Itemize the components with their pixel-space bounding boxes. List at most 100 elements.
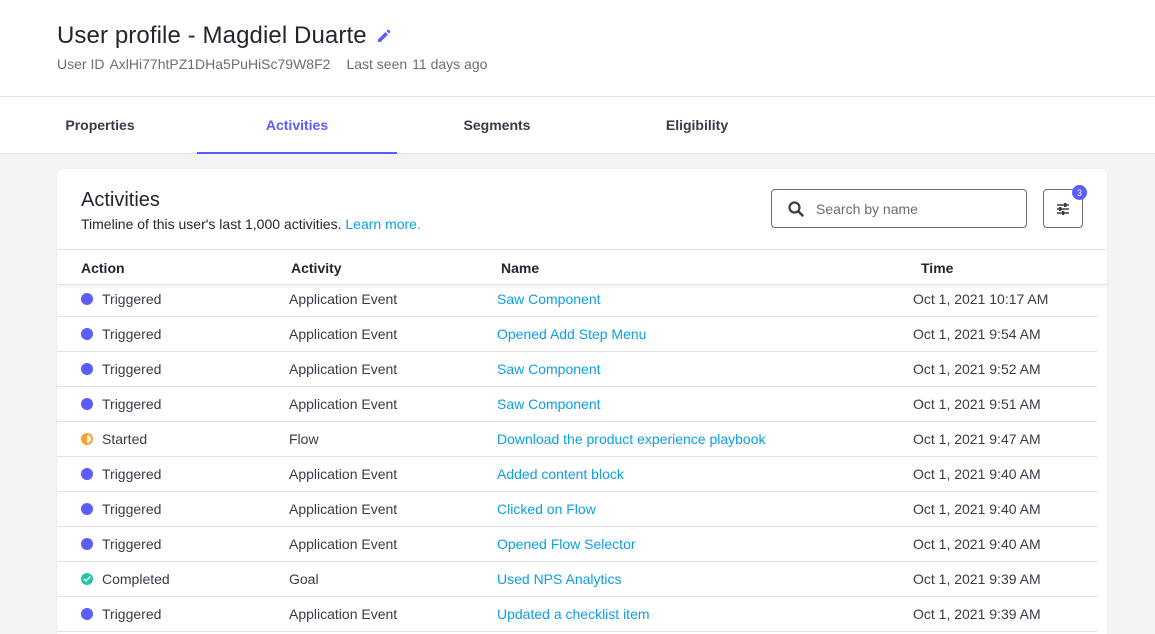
column-name[interactable]: Name [501,250,539,285]
table-row[interactable]: Completed Goal Used NPS Analytics Oct 1, 20… [57,562,1097,597]
activity-type: Flow [289,431,319,447]
column-activity[interactable]: Activity [291,250,342,285]
triggered-status-icon [81,328,93,340]
triggered-status-icon [81,398,93,410]
pencil-icon[interactable] [376,28,392,44]
column-action[interactable]: Action [81,250,125,285]
user-meta: User ID AxlHi77htPZ1DHa5PuHiSc79W8F2 Las… [57,56,487,72]
activities-table-body: Triggered Application Event Saw Component O… [57,282,1097,632]
action-cell: Triggered [81,352,161,386]
profile-tabs: Properties Activities Segments Eligibili… [0,97,1155,154]
table-row[interactable]: Triggered Application Event Updated a chec… [57,597,1097,632]
action-label: Triggered [102,396,162,412]
action-cell: Triggered [81,527,161,561]
triggered-status-icon [81,608,93,620]
activity-type: Application Event [289,466,398,482]
action-cell: Started [81,422,147,456]
activity-time: Oct 1, 2021 9:39 AM [913,606,1041,622]
activity-time: Oct 1, 2021 10:17 AM [913,291,1049,307]
triggered-status-icon [81,503,93,515]
activities-title: Activities [81,189,160,211]
activity-time: Oct 1, 2021 9:51 AM [913,396,1041,412]
triggered-status-icon [81,293,93,305]
action-cell: Triggered [81,597,161,631]
action-label: Started [102,431,148,447]
search-box [771,189,1027,228]
sliders-icon [1055,202,1071,216]
action-cell: Triggered [81,457,161,491]
triggered-status-icon [81,538,93,550]
activity-name-link[interactable]: Saw Component [497,282,601,316]
activity-name-link[interactable]: Clicked on Flow [497,492,596,526]
action-label: Triggered [102,466,162,482]
triggered-status-icon [81,363,93,375]
activity-time: Oct 1, 2021 9:40 AM [913,536,1041,552]
activities-subtitle: Timeline of this user's last 1,000 activ… [81,216,421,232]
activity-time: Oct 1, 2021 9:39 AM [913,571,1041,587]
user-id-label: User ID [57,56,105,72]
activity-time: Oct 1, 2021 9:54 AM [913,326,1041,342]
activity-type: Application Event [289,501,398,517]
table-row[interactable]: Triggered Application Event Saw Component O… [57,282,1097,317]
table-row[interactable]: Started Flow Download the product experien… [57,422,1097,457]
activity-name-link[interactable]: Updated a checklist item [497,597,650,631]
activity-time: Oct 1, 2021 9:47 AM [913,431,1041,447]
activity-type: Application Event [289,326,398,342]
last-seen-label: Last seen [346,56,408,72]
page-title: User profile - Magdiel Duarte [57,22,367,49]
activity-type: Application Event [289,291,398,307]
tab-properties[interactable]: Properties [0,97,200,153]
activity-name-link[interactable]: Saw Component [497,387,601,421]
table-row[interactable]: Triggered Application Event Clicked on Flo… [57,492,1097,527]
action-label: Triggered [102,361,162,377]
action-label: Triggered [102,606,162,622]
tab-segments[interactable]: Segments [397,97,597,153]
activity-name-link[interactable]: Added content block [497,457,624,491]
activity-name-link[interactable]: Opened Add Step Menu [497,317,646,351]
title-row: User profile - Magdiel Duarte [57,22,392,50]
filter-button[interactable]: 3 [1043,185,1087,228]
action-label: Triggered [102,291,162,307]
action-cell: Triggered [81,492,161,526]
activity-name-link[interactable]: Used NPS Analytics [497,562,622,596]
activity-time: Oct 1, 2021 9:40 AM [913,501,1041,517]
action-cell: Triggered [81,317,161,351]
table-row[interactable]: Triggered Application Event Saw Component O… [57,387,1097,422]
column-time[interactable]: Time [921,250,953,285]
action-label: Triggered [102,536,162,552]
tab-eligibility[interactable]: Eligibility [597,97,797,153]
activity-type: Goal [289,571,319,587]
action-cell: Triggered [81,282,161,316]
activity-name-link[interactable]: Download the product experience playbook [497,422,766,456]
started-status-icon [81,433,93,445]
learn-more-link[interactable]: Learn more. [345,216,420,232]
activity-type: Application Event [289,536,398,552]
activity-name-link[interactable]: Saw Component [497,352,601,386]
triggered-status-icon [81,468,93,480]
user-id-value: AxlHi77htPZ1DHa5PuHiSc79W8F2 [109,56,331,72]
action-label: Completed [102,571,170,587]
search-input[interactable] [816,200,1016,217]
table-row[interactable]: Triggered Application Event Saw Component O… [57,352,1097,387]
activity-time: Oct 1, 2021 9:52 AM [913,361,1041,377]
table-header: Action Activity Name Time [57,249,1107,285]
completed-status-icon [81,573,93,585]
action-cell: Completed [81,562,170,596]
action-cell: Triggered [81,387,161,421]
table-row[interactable]: Triggered Application Event Added content … [57,457,1097,492]
tab-activities[interactable]: Activities [197,97,397,154]
action-label: Triggered [102,326,162,342]
search-icon [788,200,804,217]
activity-name-link[interactable]: Opened Flow Selector [497,527,636,561]
last-seen-value: 11 days ago [412,56,488,72]
table-row[interactable]: Triggered Application Event Opened Flow Se… [57,527,1097,562]
activity-type: Application Event [289,606,398,622]
activities-card: Activities Timeline of this user's last … [57,169,1107,634]
filter-count-badge: 3 [1072,185,1087,200]
page-header: User profile - Magdiel Duarte User ID Ax… [0,0,1155,97]
check-icon [83,576,91,582]
table-row[interactable]: Triggered Application Event Opened Add Ste… [57,317,1097,352]
action-label: Triggered [102,501,162,517]
subtitle-text: Timeline of this user's last 1,000 activ… [81,216,342,232]
activity-time: Oct 1, 2021 9:40 AM [913,466,1041,482]
